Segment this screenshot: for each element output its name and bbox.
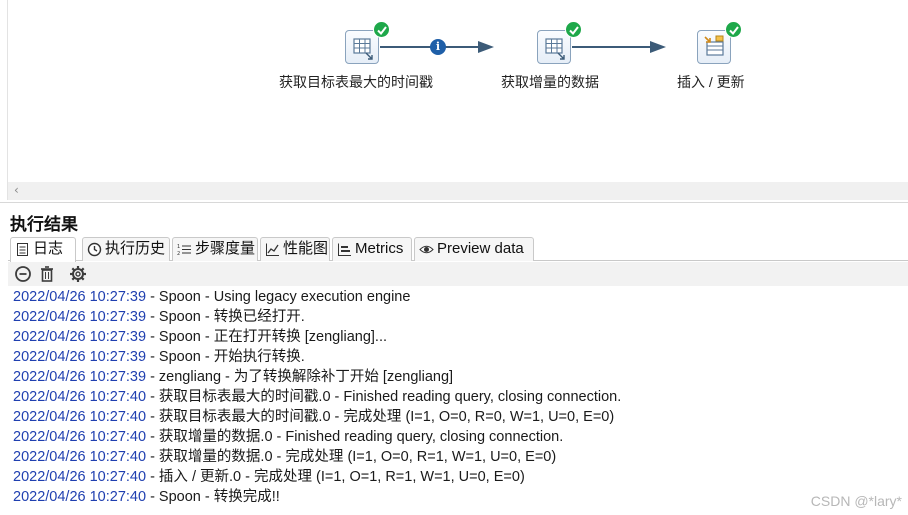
tab-execution-history[interactable]: 执行历史 bbox=[82, 237, 170, 261]
step-label: 获取目标表最大的时间戳 bbox=[279, 74, 433, 90]
log-line: 2022/04/26 10:27:39 - Spoon - 开始执行转换. bbox=[13, 347, 903, 367]
panel-divider[interactable] bbox=[0, 202, 908, 203]
log-message: - 获取增量的数据.0 - 完成处理 (I=1, O=0, R=1, W=1, … bbox=[146, 449, 557, 465]
log-timestamp: 2022/04/26 10:27:40 bbox=[13, 469, 147, 485]
tab-label: 性能图 bbox=[283, 240, 329, 257]
log-line: 2022/04/26 10:27:39 - Spoon - 正在打开转换 [ze… bbox=[13, 327, 903, 347]
log-message: - 获取目标表最大的时间戳.0 - Finished reading query… bbox=[146, 389, 622, 405]
log-message: - Spoon - 转换完成!! bbox=[146, 489, 280, 505]
log-timestamp: 2022/04/26 10:27:40 bbox=[13, 449, 147, 465]
log-timestamp: 2022/04/26 10:27:40 bbox=[13, 409, 147, 425]
log-icon bbox=[17, 243, 28, 256]
stop-icon[interactable] bbox=[14, 265, 32, 283]
success-check-icon bbox=[725, 21, 742, 38]
log-timestamp: 2022/04/26 10:27:40 bbox=[13, 389, 147, 405]
log-line: 2022/04/26 10:27:39 - zengliang - 为了转换解除… bbox=[13, 367, 903, 387]
watermark: CSDN @*lary* bbox=[810, 493, 902, 509]
tab-preview-data[interactable]: Preview data bbox=[414, 237, 534, 261]
log-line: 2022/04/26 10:27:40 - 插入 / 更新.0 - 完成处理 (… bbox=[13, 467, 903, 487]
tab-label: 执行历史 bbox=[105, 240, 166, 257]
svg-text:1: 1 bbox=[177, 244, 180, 250]
log-timestamp: 2022/04/26 10:27:40 bbox=[13, 429, 147, 445]
tab-label: 日志 bbox=[33, 240, 64, 257]
log-line: 2022/04/26 10:27:40 - Spoon - 转换完成!! bbox=[13, 487, 903, 507]
step-metrics-icon: 1 2 bbox=[177, 244, 191, 257]
info-icon[interactable]: i bbox=[430, 39, 446, 55]
canvas-left-border bbox=[7, 0, 8, 200]
log-text-area[interactable]: 2022/04/26 10:27:39 - Spoon - Using lega… bbox=[13, 287, 903, 507]
performance-graph-icon bbox=[266, 243, 279, 256]
tab-performance-graph[interactable]: 性能图 bbox=[260, 237, 330, 261]
log-line: 2022/04/26 10:27:40 - 获取目标表最大的时间戳.0 - Fi… bbox=[13, 387, 903, 407]
scroll-left-icon[interactable]: ‹ bbox=[14, 183, 19, 197]
tab-metrics[interactable]: Metrics bbox=[332, 237, 412, 261]
hop-arrow-icon bbox=[478, 41, 494, 53]
metrics-icon bbox=[338, 243, 351, 256]
trash-icon[interactable] bbox=[38, 265, 56, 283]
log-message: - Spoon - 开始执行转换. bbox=[146, 349, 305, 365]
tab-log[interactable]: 日志 bbox=[10, 237, 76, 262]
horizontal-scrollbar[interactable]: ‹ bbox=[8, 182, 908, 200]
success-check-icon bbox=[565, 21, 582, 38]
insert-update-icon bbox=[697, 30, 731, 64]
results-panel-title: 执行结果 bbox=[10, 215, 78, 234]
log-message: - Spoon - 转换已经打开. bbox=[146, 309, 305, 325]
hop-line[interactable] bbox=[380, 46, 478, 48]
hop-arrow-icon bbox=[650, 41, 666, 53]
spoon-window: 获取目标表最大的时间戳 i 获取增量的数据 插入 / 更新 ‹ 执行结果 日志 … bbox=[0, 0, 908, 515]
preview-eye-icon bbox=[419, 245, 434, 254]
svg-text:2: 2 bbox=[177, 251, 180, 257]
tab-label: 步骤度量 bbox=[195, 240, 256, 257]
history-icon bbox=[87, 242, 102, 257]
log-timestamp: 2022/04/26 10:27:40 bbox=[13, 489, 147, 505]
table-input-icon bbox=[345, 30, 379, 64]
log-message: - 获取目标表最大的时间戳.0 - 完成处理 (I=1, O=0, R=0, W… bbox=[146, 409, 615, 425]
log-line: 2022/04/26 10:27:40 - 获取目标表最大的时间戳.0 - 完成… bbox=[13, 407, 903, 427]
results-tab-bar: 日志 执行历史 1 2 步骤度量 性能图 Metrics Preview dat… bbox=[8, 237, 908, 262]
log-line: 2022/04/26 10:27:40 - 获取增量的数据.0 - Finish… bbox=[13, 427, 903, 447]
log-line: 2022/04/26 10:27:39 - Spoon - Using lega… bbox=[13, 287, 903, 307]
table-input-icon bbox=[537, 30, 571, 64]
log-timestamp: 2022/04/26 10:27:39 bbox=[13, 349, 147, 365]
tab-label: Preview data bbox=[437, 240, 524, 257]
log-line: 2022/04/26 10:27:40 - 获取增量的数据.0 - 完成处理 (… bbox=[13, 447, 903, 467]
transformation-canvas[interactable]: 获取目标表最大的时间戳 i 获取增量的数据 插入 / 更新 bbox=[0, 0, 908, 200]
log-timestamp: 2022/04/26 10:27:39 bbox=[13, 369, 147, 385]
step-label: 插入 / 更新 bbox=[677, 74, 745, 90]
log-message: - 插入 / 更新.0 - 完成处理 (I=1, O=1, R=1, W=1, … bbox=[146, 469, 525, 485]
log-timestamp: 2022/04/26 10:27:39 bbox=[13, 329, 147, 345]
log-message: - Spoon - Using legacy execution engine bbox=[146, 289, 411, 305]
settings-gear-icon[interactable] bbox=[69, 265, 87, 283]
log-message: - 获取增量的数据.0 - Finished reading query, cl… bbox=[146, 429, 564, 445]
log-toolbar bbox=[8, 262, 908, 286]
log-timestamp: 2022/04/26 10:27:39 bbox=[13, 289, 147, 305]
log-timestamp: 2022/04/26 10:27:39 bbox=[13, 309, 147, 325]
log-message: - Spoon - 正在打开转换 [zengliang]... bbox=[146, 329, 387, 345]
step-label: 获取增量的数据 bbox=[501, 74, 599, 90]
tab-label: Metrics bbox=[355, 240, 404, 257]
log-message: - zengliang - 为了转换解除补丁开始 [zengliang] bbox=[146, 369, 454, 385]
hop-line[interactable] bbox=[572, 46, 650, 48]
tab-step-metrics[interactable]: 1 2 步骤度量 bbox=[172, 237, 258, 261]
log-line: 2022/04/26 10:27:39 - Spoon - 转换已经打开. bbox=[13, 307, 903, 327]
success-check-icon bbox=[373, 21, 390, 38]
